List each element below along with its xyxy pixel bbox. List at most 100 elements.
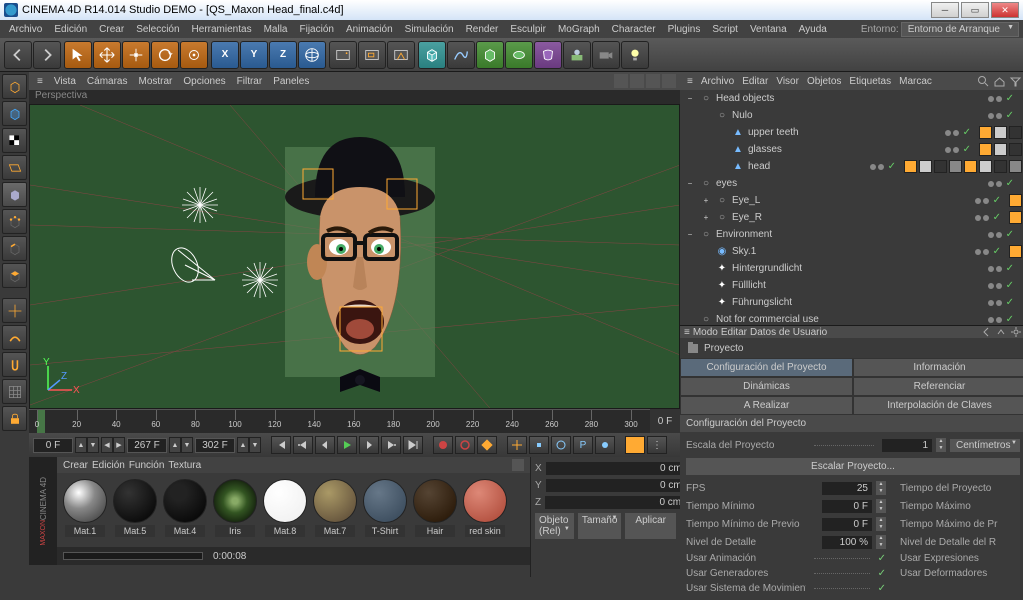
record-button[interactable] bbox=[433, 436, 453, 454]
vp-menu-filtrar[interactable]: Filtrar bbox=[233, 75, 267, 88]
menu-malla[interactable]: Malla bbox=[259, 22, 293, 37]
add-generator[interactable] bbox=[476, 41, 504, 69]
enable-check[interactable]: ✓ bbox=[1006, 297, 1014, 308]
vp-menu-mostrar[interactable]: Mostrar bbox=[134, 75, 176, 88]
object-row[interactable]: ◉ Sky.1 ✓ bbox=[680, 243, 1023, 260]
attr-tab[interactable]: Dinámicas bbox=[680, 377, 853, 396]
enable-check[interactable]: ✓ bbox=[993, 212, 1001, 223]
visibility-dots[interactable] bbox=[988, 232, 1002, 238]
attr-value[interactable]: 100 % bbox=[822, 536, 872, 549]
mat-menu-edición[interactable]: Edición bbox=[92, 460, 125, 471]
goto-start[interactable] bbox=[271, 436, 291, 454]
visibility-dots[interactable] bbox=[988, 113, 1002, 119]
environment-dropdown[interactable]: Entorno de Arranque bbox=[901, 22, 1019, 37]
visibility-dots[interactable] bbox=[975, 249, 989, 255]
obj-hamburger-icon[interactable]: ≡ bbox=[684, 75, 696, 88]
render-region[interactable] bbox=[358, 41, 386, 69]
vp-menu-paneles[interactable]: Paneles bbox=[269, 75, 313, 88]
menu-ayuda[interactable]: Ayuda bbox=[794, 22, 832, 37]
attr-value[interactable]: 1 bbox=[882, 439, 932, 452]
goto-end[interactable] bbox=[403, 436, 423, 454]
menu-edición[interactable]: Edición bbox=[49, 22, 92, 37]
vp-nav-icon[interactable] bbox=[662, 74, 676, 88]
settings-icon[interactable] bbox=[1010, 326, 1022, 338]
visibility-dots[interactable] bbox=[988, 96, 1002, 102]
move-tool[interactable] bbox=[93, 41, 121, 69]
range-next[interactable]: ▶ bbox=[113, 437, 125, 453]
add-spline[interactable] bbox=[447, 41, 475, 69]
scale-tool[interactable] bbox=[122, 41, 150, 69]
timeline[interactable]: 0204060801001201401601802002202402602803… bbox=[29, 409, 680, 433]
tree-toggle[interactable]: + bbox=[700, 196, 712, 205]
stepper-down[interactable]: ▼ bbox=[87, 437, 99, 453]
minimize-button[interactable]: ─ bbox=[931, 2, 959, 18]
material-item[interactable]: Mat.8 bbox=[263, 479, 307, 541]
attr-tab[interactable]: A Realizar bbox=[680, 396, 853, 415]
material-item[interactable]: Mat.4 bbox=[163, 479, 207, 541]
menu-mograph[interactable]: MoGraph bbox=[553, 22, 605, 37]
menu-crear[interactable]: Crear bbox=[94, 22, 129, 37]
enable-check[interactable]: ✓ bbox=[1006, 178, 1014, 189]
nav-up-icon[interactable] bbox=[995, 326, 1007, 338]
mat-menu-crear[interactable]: Crear bbox=[63, 460, 88, 471]
vp-menu-cámaras[interactable]: Cámaras bbox=[83, 75, 132, 88]
object-row[interactable]: − ○ Head objects ✓ bbox=[680, 90, 1023, 107]
enable-check[interactable]: ✓ bbox=[993, 246, 1001, 257]
tree-toggle[interactable]: − bbox=[684, 94, 696, 103]
x-axis-lock[interactable]: X bbox=[211, 41, 239, 69]
material-item[interactable]: T-Shirt bbox=[363, 479, 407, 541]
visibility-dots[interactable] bbox=[870, 164, 884, 170]
object-tag[interactable] bbox=[994, 126, 1007, 139]
menu-selección[interactable]: Selección bbox=[131, 22, 184, 37]
material-item[interactable]: Mat.7 bbox=[313, 479, 357, 541]
visibility-dots[interactable] bbox=[975, 198, 989, 204]
object-row[interactable]: ○ Nulo ✓ bbox=[680, 107, 1023, 124]
menu-archivo[interactable]: Archivo bbox=[4, 22, 47, 37]
menu-esculpir[interactable]: Esculpir bbox=[505, 22, 551, 37]
object-tag[interactable] bbox=[949, 160, 962, 173]
make-editable[interactable] bbox=[2, 74, 27, 99]
stepper-down[interactable]: ▼ bbox=[249, 437, 261, 453]
object-row[interactable]: − ○ eyes ✓ bbox=[680, 175, 1023, 192]
visibility-dots[interactable] bbox=[945, 130, 959, 136]
object-row[interactable]: ▲ head ✓ bbox=[680, 158, 1023, 175]
add-deformer[interactable] bbox=[534, 41, 562, 69]
z-axis-lock[interactable]: Z bbox=[269, 41, 297, 69]
edge-mode[interactable] bbox=[2, 236, 27, 261]
object-tag[interactable] bbox=[904, 160, 917, 173]
materials-options-icon[interactable] bbox=[512, 459, 524, 471]
object-tag[interactable] bbox=[1009, 245, 1022, 258]
add-light[interactable] bbox=[621, 41, 649, 69]
attr-tab[interactable]: Interpolación de Claves bbox=[853, 396, 1023, 415]
enable-check[interactable]: ✓ bbox=[1006, 93, 1014, 104]
range-start[interactable]: 0 F bbox=[33, 438, 73, 453]
obj-menu-etiquetas[interactable]: Etiquetas bbox=[846, 75, 894, 88]
select-tool[interactable] bbox=[64, 41, 92, 69]
visibility-dots[interactable] bbox=[988, 181, 1002, 187]
world-coords[interactable] bbox=[298, 41, 326, 69]
obj-menu-objetos[interactable]: Objetos bbox=[804, 75, 844, 88]
object-tag[interactable] bbox=[934, 160, 947, 173]
key-pla[interactable] bbox=[595, 436, 615, 454]
menu-script[interactable]: Script bbox=[707, 22, 743, 37]
menu-render[interactable]: Render bbox=[461, 22, 504, 37]
enable-check[interactable]: ✓ bbox=[993, 195, 1001, 206]
snap-enable[interactable] bbox=[2, 352, 27, 377]
visibility-dots[interactable] bbox=[988, 300, 1002, 306]
obj-menu-archivo[interactable]: Archivo bbox=[698, 75, 737, 88]
attr-checkbox[interactable]: ✓ bbox=[878, 568, 886, 579]
object-tree[interactable]: − ○ Head objects ✓ ○ Nulo ✓ ▲ upper teet… bbox=[680, 90, 1023, 325]
coord-size-dropdown[interactable]: Tamaño bbox=[578, 513, 622, 539]
range-prev[interactable]: ◀ bbox=[101, 437, 113, 453]
position-Y[interactable] bbox=[546, 479, 686, 492]
object-row[interactable]: + ○ Eye_L ✓ bbox=[680, 192, 1023, 209]
add-camera[interactable] bbox=[592, 41, 620, 69]
last-tool[interactable] bbox=[180, 41, 208, 69]
apply-button[interactable]: Aplicar bbox=[625, 513, 676, 539]
object-tag[interactable] bbox=[1009, 211, 1022, 224]
object-tag[interactable] bbox=[1009, 194, 1022, 207]
attr-value[interactable]: 25 bbox=[822, 482, 872, 495]
menu-character[interactable]: Character bbox=[607, 22, 661, 37]
menu-ventana[interactable]: Ventana bbox=[745, 22, 792, 37]
attr-tab[interactable]: Información bbox=[853, 358, 1023, 377]
